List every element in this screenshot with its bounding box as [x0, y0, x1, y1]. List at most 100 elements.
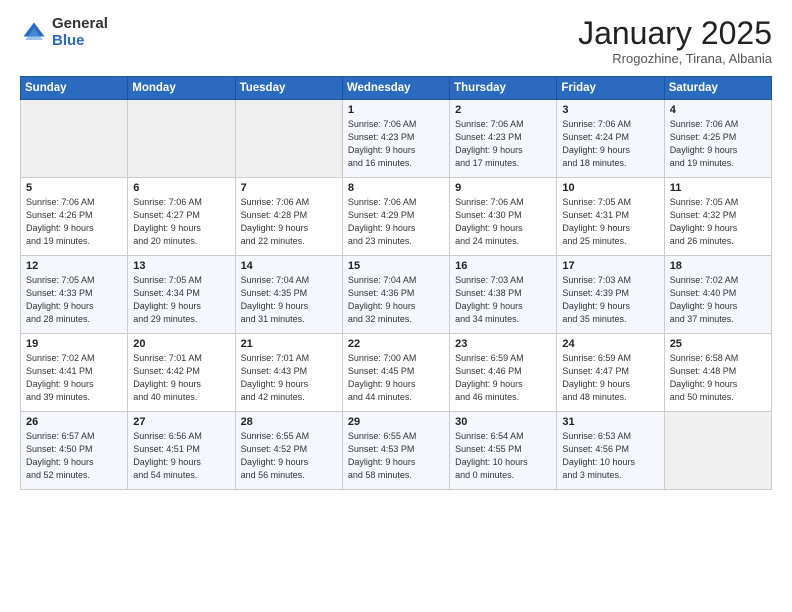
calendar-cell: 24 Sunrise: 6:59 AM Sunset: 4:47 PM Dayli…: [557, 334, 664, 412]
day-info: Sunrise: 6:58 AM Sunset: 4:48 PM Dayligh…: [670, 352, 766, 404]
calendar-cell: 5Sunrise: 7:06 AM Sunset: 4:26 PM Daylig…: [21, 178, 128, 256]
day-number: 24: [562, 338, 658, 350]
calendar-week-5: 26 Sunrise: 6:57 AM Sunset: 4:50 PM Dayli…: [21, 412, 772, 490]
day-number: 26: [26, 416, 122, 428]
calendar-cell: 20 Sunrise: 7:01 AM Sunset: 4:42 PM Dayli…: [128, 334, 235, 412]
month-title: January 2025: [578, 16, 772, 51]
calendar-cell: 3 Sunrise: 7:06 AM Sunset: 4:24 PM Daylig…: [557, 100, 664, 178]
day-number: 14: [241, 260, 337, 272]
calendar-cell: 31Sunrise: 6:53 AM Sunset: 4:56 PM Dayli…: [557, 412, 664, 490]
day-info: Sunrise: 7:00 AM Sunset: 4:45 PM Dayligh…: [348, 352, 444, 404]
calendar-cell: [21, 100, 128, 178]
calendar-cell: 18 Sunrise: 7:02 AM Sunset: 4:40 PM Dayli…: [664, 256, 771, 334]
day-number: 3: [562, 104, 658, 116]
day-number: 7: [241, 182, 337, 194]
day-number: 16: [455, 260, 551, 272]
calendar-cell: 2 Sunrise: 7:06 AM Sunset: 4:23 PM Daylig…: [450, 100, 557, 178]
logo-general-text: General: [52, 16, 108, 33]
day-number: 1: [348, 104, 444, 116]
calendar-cell: [664, 412, 771, 490]
day-number: 13: [133, 260, 229, 272]
calendar-cell: 28 Sunrise: 6:55 AM Sunset: 4:52 PM Dayli…: [235, 412, 342, 490]
day-info: Sunrise: 6:54 AM Sunset: 4:55 PM Dayligh…: [455, 430, 551, 482]
day-info: Sunrise: 7:06 AM Sunset: 4:26 PM Dayligh…: [26, 196, 122, 248]
calendar-cell: 13 Sunrise: 7:05 AM Sunset: 4:34 PM Dayli…: [128, 256, 235, 334]
day-info: Sunrise: 7:06 AM Sunset: 4:30 PM Dayligh…: [455, 196, 551, 248]
day-info: Sunrise: 7:06 AM Sunset: 4:28 PM Dayligh…: [241, 196, 337, 248]
day-info: Sunrise: 7:06 AM Sunset: 4:24 PM Dayligh…: [562, 118, 658, 170]
day-info: Sunrise: 7:01 AM Sunset: 4:42 PM Dayligh…: [133, 352, 229, 404]
day-number: 4: [670, 104, 766, 116]
calendar-cell: 17 Sunrise: 7:03 AM Sunset: 4:39 PM Dayli…: [557, 256, 664, 334]
day-info: Sunrise: 6:55 AM Sunset: 4:53 PM Dayligh…: [348, 430, 444, 482]
day-info: Sunrise: 7:05 AM Sunset: 4:31 PM Dayligh…: [562, 196, 658, 248]
day-number: 18: [670, 260, 766, 272]
calendar-cell: 30 Sunrise: 6:54 AM Sunset: 4:55 PM Dayli…: [450, 412, 557, 490]
day-info: Sunrise: 7:06 AM Sunset: 4:29 PM Dayligh…: [348, 196, 444, 248]
day-number: 28: [241, 416, 337, 428]
logo-text: General Blue: [52, 16, 108, 49]
day-number: 9: [455, 182, 551, 194]
day-number: 19: [26, 338, 122, 350]
calendar-cell: 14 Sunrise: 7:04 AM Sunset: 4:35 PM Dayli…: [235, 256, 342, 334]
day-info: Sunrise: 7:03 AM Sunset: 4:39 PM Dayligh…: [562, 274, 658, 326]
day-number: 21: [241, 338, 337, 350]
day-info: Sunrise: 7:06 AM Sunset: 4:25 PM Dayligh…: [670, 118, 766, 170]
calendar-cell: 16 Sunrise: 7:03 AM Sunset: 4:38 PM Dayli…: [450, 256, 557, 334]
calendar-cell: 23 Sunrise: 6:59 AM Sunset: 4:46 PM Dayli…: [450, 334, 557, 412]
weekday-header-row: SundayMondayTuesdayWednesdayThursdayFrid…: [21, 77, 772, 100]
day-info: Sunrise: 7:02 AM Sunset: 4:41 PM Dayligh…: [26, 352, 122, 404]
calendar-cell: [235, 100, 342, 178]
calendar-cell: 27Sunrise: 6:56 AM Sunset: 4:51 PM Dayli…: [128, 412, 235, 490]
calendar-cell: 22Sunrise: 7:00 AM Sunset: 4:45 PM Dayli…: [342, 334, 449, 412]
calendar-cell: 19 Sunrise: 7:02 AM Sunset: 4:41 PM Dayli…: [21, 334, 128, 412]
day-info: Sunrise: 7:02 AM Sunset: 4:40 PM Dayligh…: [670, 274, 766, 326]
day-number: 30: [455, 416, 551, 428]
calendar-cell: 12 Sunrise: 7:05 AM Sunset: 4:33 PM Dayli…: [21, 256, 128, 334]
day-number: 31: [562, 416, 658, 428]
calendar-cell: 21 Sunrise: 7:01 AM Sunset: 4:43 PM Dayli…: [235, 334, 342, 412]
day-number: 11: [670, 182, 766, 194]
weekday-header-wednesday: Wednesday: [342, 77, 449, 100]
day-number: 25: [670, 338, 766, 350]
day-number: 8: [348, 182, 444, 194]
calendar-table: SundayMondayTuesdayWednesdayThursdayFrid…: [20, 76, 772, 490]
weekday-header-tuesday: Tuesday: [235, 77, 342, 100]
day-number: 6: [133, 182, 229, 194]
day-info: Sunrise: 7:01 AM Sunset: 4:43 PM Dayligh…: [241, 352, 337, 404]
calendar-week-4: 19 Sunrise: 7:02 AM Sunset: 4:41 PM Dayli…: [21, 334, 772, 412]
calendar-cell: 4 Sunrise: 7:06 AM Sunset: 4:25 PM Daylig…: [664, 100, 771, 178]
day-info: Sunrise: 7:03 AM Sunset: 4:38 PM Dayligh…: [455, 274, 551, 326]
location-subtitle: Rrogozhine, Tirana, Albania: [578, 51, 772, 66]
day-number: 12: [26, 260, 122, 272]
title-block: January 2025 Rrogozhine, Tirana, Albania: [578, 16, 772, 66]
weekday-header-sunday: Sunday: [21, 77, 128, 100]
day-info: Sunrise: 7:04 AM Sunset: 4:35 PM Dayligh…: [241, 274, 337, 326]
day-info: Sunrise: 7:06 AM Sunset: 4:23 PM Dayligh…: [348, 118, 444, 170]
day-number: 20: [133, 338, 229, 350]
day-info: Sunrise: 7:04 AM Sunset: 4:36 PM Dayligh…: [348, 274, 444, 326]
day-number: 2: [455, 104, 551, 116]
calendar-cell: 26 Sunrise: 6:57 AM Sunset: 4:50 PM Dayli…: [21, 412, 128, 490]
weekday-header-saturday: Saturday: [664, 77, 771, 100]
day-info: Sunrise: 7:06 AM Sunset: 4:23 PM Dayligh…: [455, 118, 551, 170]
day-info: Sunrise: 7:05 AM Sunset: 4:32 PM Dayligh…: [670, 196, 766, 248]
day-info: Sunrise: 6:55 AM Sunset: 4:52 PM Dayligh…: [241, 430, 337, 482]
page: General Blue January 2025 Rrogozhine, Ti…: [0, 0, 792, 612]
weekday-header-monday: Monday: [128, 77, 235, 100]
calendar-cell: 1 Sunrise: 7:06 AM Sunset: 4:23 PM Daylig…: [342, 100, 449, 178]
day-info: Sunrise: 7:05 AM Sunset: 4:34 PM Dayligh…: [133, 274, 229, 326]
weekday-header-friday: Friday: [557, 77, 664, 100]
calendar-cell: [128, 100, 235, 178]
calendar-cell: 15 Sunrise: 7:04 AM Sunset: 4:36 PM Dayli…: [342, 256, 449, 334]
day-info: Sunrise: 6:59 AM Sunset: 4:47 PM Dayligh…: [562, 352, 658, 404]
day-number: 17: [562, 260, 658, 272]
calendar-week-1: 1 Sunrise: 7:06 AM Sunset: 4:23 PM Daylig…: [21, 100, 772, 178]
day-info: Sunrise: 6:59 AM Sunset: 4:46 PM Dayligh…: [455, 352, 551, 404]
day-number: 15: [348, 260, 444, 272]
calendar-cell: 11 Sunrise: 7:05 AM Sunset: 4:32 PM Dayli…: [664, 178, 771, 256]
day-info: Sunrise: 6:57 AM Sunset: 4:50 PM Dayligh…: [26, 430, 122, 482]
day-number: 23: [455, 338, 551, 350]
day-info: Sunrise: 7:05 AM Sunset: 4:33 PM Dayligh…: [26, 274, 122, 326]
calendar-cell: 7 Sunrise: 7:06 AM Sunset: 4:28 PM Daylig…: [235, 178, 342, 256]
